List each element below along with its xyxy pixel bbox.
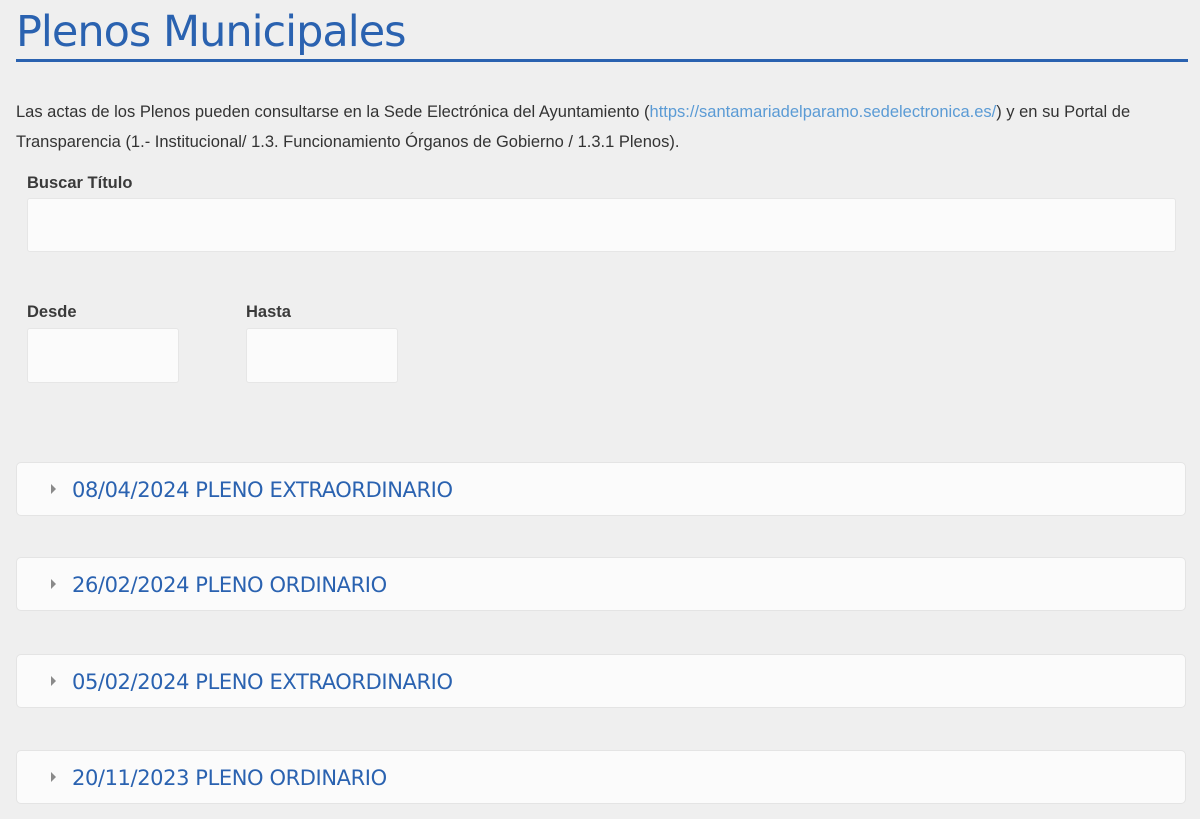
page-title: Plenos Municipales [16,7,407,57]
pleno-title: 26/02/2024 PLENO ORDINARIO [72,573,387,597]
page: Plenos Municipales Las actas de los Plen… [0,0,1200,819]
caret-right-icon [51,772,56,782]
pleno-accordion-item[interactable]: 20/11/2023 PLENO ORDINARIO [16,750,1186,804]
date-from-label: Desde [27,303,77,321]
intro-text-before: Las actas de los Plenos pueden consultar… [16,103,650,121]
intro-paragraph: Las actas de los Plenos pueden consultar… [16,97,1192,157]
pleno-accordion-item[interactable]: 08/04/2024 PLENO EXTRAORDINARIO [16,462,1186,516]
date-from-input[interactable] [27,328,179,383]
title-divider [16,59,1188,62]
sede-electronica-link[interactable]: https://santamariadelparamo.sedelectroni… [650,103,997,121]
pleno-accordion-item[interactable]: 26/02/2024 PLENO ORDINARIO [16,557,1186,611]
search-title-label: Buscar Título [27,174,133,192]
pleno-title: 05/02/2024 PLENO EXTRAORDINARIO [72,670,453,694]
date-to-input[interactable] [246,328,398,383]
caret-right-icon [51,676,56,686]
date-to-label: Hasta [246,303,291,321]
pleno-accordion-item[interactable]: 05/02/2024 PLENO EXTRAORDINARIO [16,654,1186,708]
pleno-title: 08/04/2024 PLENO EXTRAORDINARIO [72,478,453,502]
caret-right-icon [51,579,56,589]
search-title-input[interactable] [27,198,1176,252]
pleno-title: 20/11/2023 PLENO ORDINARIO [72,766,387,790]
caret-right-icon [51,484,56,494]
